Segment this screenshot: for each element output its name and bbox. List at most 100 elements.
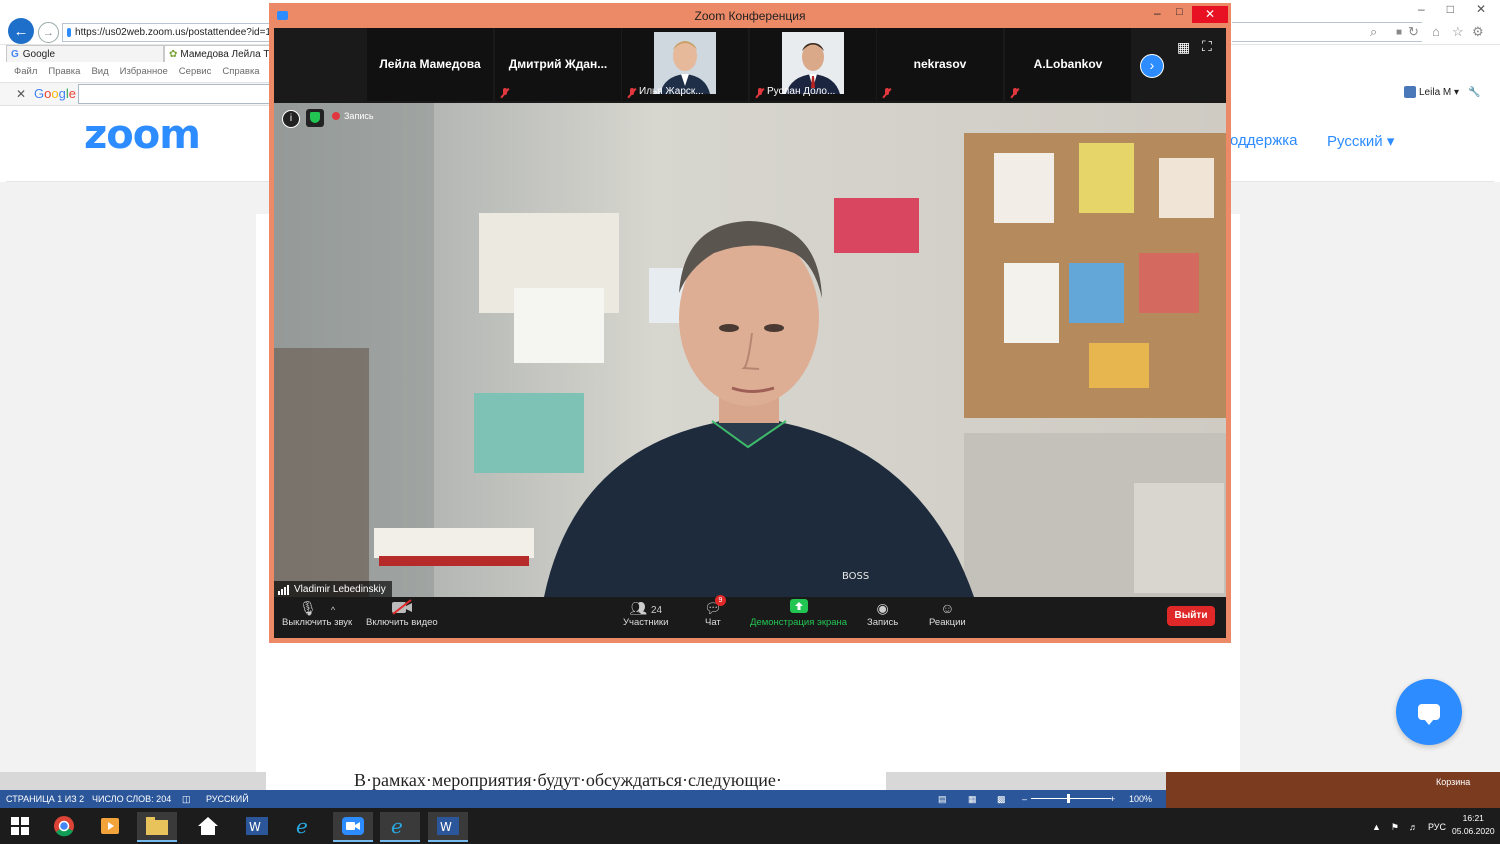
maximize-icon[interactable]: □	[1176, 6, 1183, 18]
zoom-title-bar[interactable]: Zoom Конференция – □ ✕	[269, 3, 1231, 28]
leave-meeting-button[interactable]: Выйти	[1167, 606, 1215, 626]
signal-strength-icon	[278, 584, 290, 595]
page-favicon-icon: ✿	[169, 48, 178, 60]
minimize-icon[interactable]: –	[1154, 6, 1161, 20]
back-button[interactable]: ←	[8, 18, 34, 44]
user-menu[interactable]: Leila M ▾ 🔧	[1404, 86, 1481, 98]
zoom-slider-track[interactable]	[1031, 798, 1111, 799]
chat-button[interactable]: 💬︎ 9 Чат	[704, 595, 726, 628]
video-label: Включить видео	[366, 617, 438, 628]
flag-icon[interactable]: ⚑	[1391, 822, 1399, 833]
svg-text:BOSS: BOSS	[842, 571, 869, 582]
taskbar-clock[interactable]: 16:21 05.06.2020	[1452, 812, 1495, 838]
security-shield-icon[interactable]	[306, 109, 324, 127]
close-button[interactable]: ✕	[1192, 6, 1228, 23]
chrome-icon	[54, 816, 74, 837]
participants-button[interactable]: 👥︎ 24 Участники	[623, 599, 668, 628]
media-taskbar-button[interactable]	[90, 812, 130, 840]
svg-text:W: W	[249, 820, 261, 834]
record-button[interactable]: ◉ Запись	[867, 599, 898, 628]
menu-tools[interactable]: Сервис	[179, 66, 212, 77]
forward-button[interactable]: →	[38, 22, 59, 43]
reactions-button[interactable]: ☺ Реакции	[929, 599, 966, 628]
participant-tile[interactable]: Илья Жарск...	[622, 28, 748, 101]
start-button[interactable]	[0, 812, 40, 840]
menu-view[interactable]: Вид	[91, 66, 108, 77]
zoom-taskbar-button[interactable]	[333, 812, 373, 842]
address-url: https://us02web.zoom.us/postattendee?id=…	[75, 27, 271, 38]
participant-name: Лейла Мамедова	[379, 57, 481, 71]
menu-help[interactable]: Справка	[222, 66, 259, 77]
support-chat-button[interactable]	[1396, 679, 1462, 745]
tab-label: Мамедова Лейла То	[180, 48, 274, 60]
zoom-in-icon[interactable]: +	[1110, 794, 1115, 804]
fullscreen-icon[interactable]: ⛶	[1202, 38, 1212, 55]
search-icon[interactable]: ⌕	[1370, 24, 1377, 40]
page-count[interactable]: СТРАНИЦА 1 ИЗ 2	[6, 794, 84, 804]
maximize-icon[interactable]: □	[1447, 2, 1454, 16]
zoom-out-icon[interactable]: –	[1022, 794, 1027, 804]
chevron-up-icon[interactable]: ^	[331, 605, 335, 615]
address-bar-tail[interactable]	[1232, 22, 1422, 42]
share-screen-button[interactable]: Демонстрация экрана	[750, 599, 847, 628]
close-icon[interactable]: ✕	[16, 87, 26, 101]
internet-explorer-icon: e	[296, 815, 308, 837]
participant-tile[interactable]: Руслан Доло...	[750, 28, 876, 101]
web-layout-icon[interactable]: ▩	[997, 794, 1006, 805]
tab-google[interactable]: G Google	[6, 45, 164, 62]
record-label: Запись	[867, 617, 899, 628]
zoom-slider-thumb[interactable]	[1067, 794, 1070, 803]
microphone-icon: 🎙︎ ^	[299, 600, 336, 616]
gear-icon[interactable]: ⚙	[1472, 24, 1484, 40]
recycle-bin-label[interactable]: Корзина	[1436, 777, 1470, 787]
support-link[interactable]: оддержка	[1230, 132, 1297, 149]
home-taskbar-button[interactable]	[188, 812, 228, 840]
svg-text:W: W	[440, 820, 452, 834]
participant-tile[interactable]: nekrasov	[877, 28, 1003, 101]
muted-mic-icon	[628, 88, 636, 97]
minimize-icon[interactable]: –	[1418, 2, 1425, 16]
language-status[interactable]: РУССКИЙ	[206, 794, 249, 804]
address-bar[interactable]: https://us02web.zoom.us/postattendee?id=…	[62, 23, 272, 42]
close-icon[interactable]: ✕	[1476, 2, 1486, 16]
tray-language[interactable]: РУС	[1428, 822, 1446, 833]
gallery-view-icon[interactable]: ▦	[1177, 39, 1190, 56]
language-select[interactable]: Русский ▾	[1327, 132, 1394, 150]
home-icon[interactable]: ⌂	[1432, 24, 1440, 39]
tab-mamedova[interactable]: ✿ Мамедова Лейла То	[164, 45, 274, 62]
zoom-app-icon	[342, 817, 364, 835]
proofing-icon[interactable]: ◫	[182, 794, 191, 805]
participant-tile[interactable]: Лейла Мамедова	[367, 28, 493, 101]
menu-file[interactable]: Файл	[14, 66, 37, 77]
volume-icon[interactable]: ♬	[1409, 822, 1418, 833]
favorites-star-icon[interactable]: ☆	[1452, 24, 1464, 40]
share-label: Демонстрация экрана	[750, 617, 848, 628]
ie-taskbar-button[interactable]: e	[285, 812, 325, 840]
zoom-logo[interactable]: zoom	[84, 112, 201, 158]
tray-arrow-icon[interactable]: ▲	[1372, 822, 1381, 833]
participant-tile[interactable]: Дмитрий Ждан...	[495, 28, 621, 101]
meeting-info-icon[interactable]: i	[282, 110, 300, 128]
mute-button[interactable]: 🎙︎ ^ Выключить звук	[282, 599, 352, 628]
menu-favorites[interactable]: Избранное	[120, 66, 168, 77]
read-mode-icon[interactable]: ▤	[938, 794, 947, 805]
chrome-taskbar-button[interactable]	[44, 812, 84, 840]
print-layout-icon[interactable]: ▦	[968, 794, 977, 805]
refresh-icon[interactable]: ↻	[1408, 24, 1419, 40]
explorer-taskbar-button[interactable]	[137, 812, 177, 842]
word-taskbar-button[interactable]: W	[237, 812, 277, 840]
zoom-level[interactable]: 100%	[1129, 794, 1152, 804]
word-count[interactable]: ЧИСЛО СЛОВ: 204	[92, 794, 171, 804]
ie-active-taskbar-button[interactable]: e	[380, 812, 420, 842]
svg-text:e: e	[296, 815, 308, 837]
google-search-input[interactable]	[78, 84, 270, 104]
menu-edit[interactable]: Правка	[48, 66, 80, 77]
start-video-button[interactable]: Включить видео	[366, 599, 438, 628]
wrench-icon[interactable]: 🔧	[1468, 87, 1480, 98]
participant-tile[interactable]: A.Lobankov	[1005, 28, 1131, 101]
word-doc-taskbar-button[interactable]: W	[428, 812, 468, 842]
word-icon: W	[437, 817, 459, 835]
tab-label: Google	[22, 48, 56, 60]
browser-window-controls: – □ ✕	[1418, 2, 1486, 16]
next-page-button[interactable]: ›	[1140, 54, 1164, 78]
